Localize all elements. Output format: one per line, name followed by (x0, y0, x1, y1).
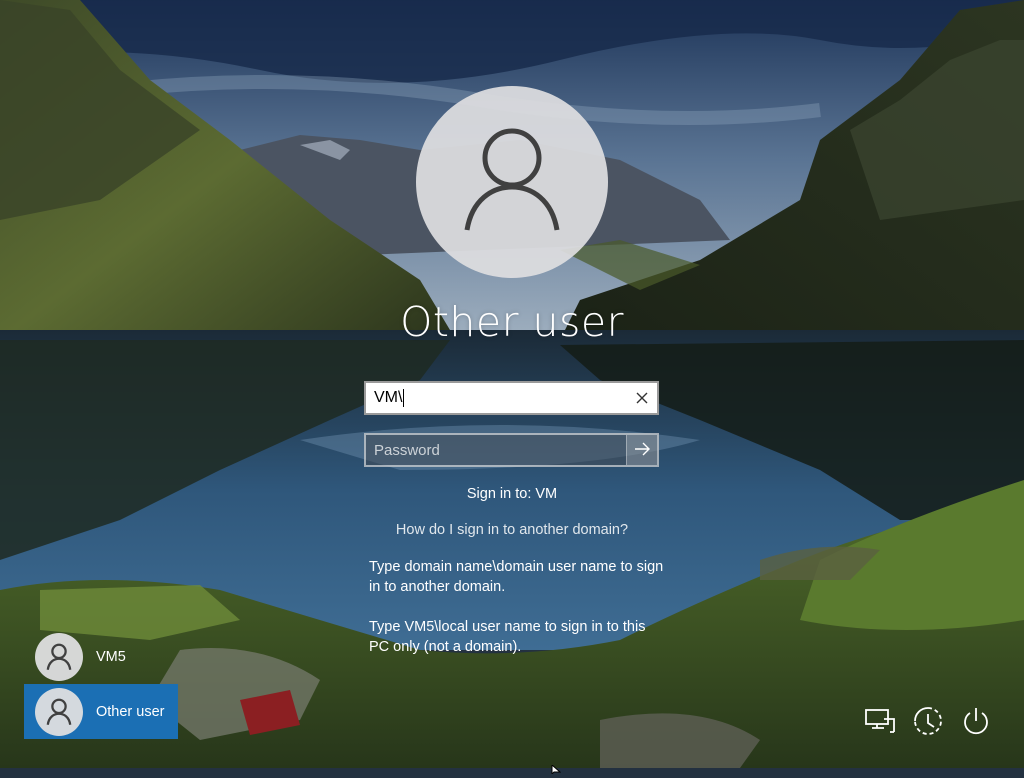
user-tile-label: VM5 (96, 648, 126, 665)
user-avatar (416, 86, 608, 278)
close-icon (636, 389, 648, 408)
arrow-right-icon (634, 441, 650, 460)
domain-help-text: Type domain name\domain user name to sig… (369, 559, 664, 595)
username-field[interactable]: VM\ (364, 381, 659, 415)
local-help-text: Type VM5\local user name to sign in to t… (369, 619, 646, 655)
username-input[interactable]: VM\ (366, 383, 627, 413)
username-value: VM\ (374, 389, 403, 406)
user-silhouette-icon (35, 687, 83, 736)
submit-button[interactable] (626, 435, 657, 465)
password-field[interactable] (364, 433, 659, 467)
clear-button[interactable] (627, 383, 657, 413)
ease-of-access-button[interactable] (910, 705, 946, 741)
network-icon (864, 708, 896, 738)
user-tile-other-user[interactable]: Other user (24, 684, 178, 739)
user-tile-vm5[interactable]: VM5 (24, 629, 178, 684)
user-silhouette-icon (35, 632, 83, 681)
other-domain-help-link[interactable]: How do I sign in to another domain? (0, 522, 1024, 538)
text-caret (403, 388, 405, 407)
network-button[interactable] (862, 705, 898, 741)
password-input[interactable] (366, 435, 626, 465)
sign-in-to-label: Sign in to: VM (466, 486, 558, 502)
ease-of-access-icon (912, 705, 944, 741)
user-name-title: Other user (400, 298, 624, 346)
power-button[interactable] (958, 705, 994, 741)
user-silhouette-icon (462, 125, 562, 239)
power-icon (961, 706, 991, 740)
mouse-cursor-icon (551, 759, 562, 778)
user-tile-label: Other user (96, 703, 165, 720)
